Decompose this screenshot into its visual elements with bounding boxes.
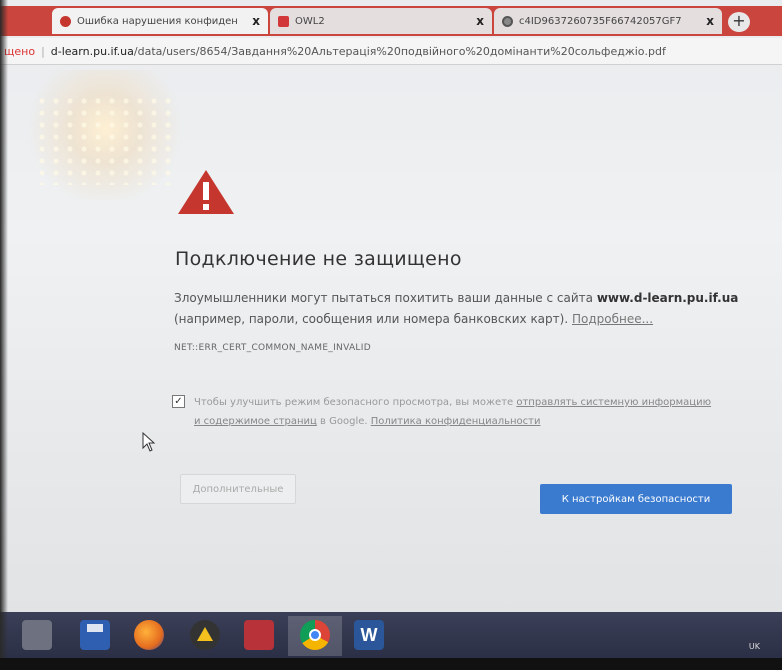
explanation-host: www.d-learn.pu.if.ua bbox=[596, 291, 739, 305]
error-code: NET::ERR_CERT_COMMON_NAME_INVALID bbox=[174, 343, 371, 353]
checkbox-text-pre: Чтобы улучшить режим безопасного просмот… bbox=[194, 397, 514, 408]
url-path: /data/users/8654/Завдання%20Альтерація%2… bbox=[133, 44, 666, 58]
screen-glare bbox=[20, 70, 190, 200]
tab-owl2[interactable]: OWL2 x bbox=[270, 8, 492, 34]
tab-title: c4ID9637260735F66742057GF7 bbox=[519, 15, 682, 27]
url-host: d-learn.pu.if.ua bbox=[50, 44, 134, 58]
advanced-button[interactable]: Дополнительные bbox=[180, 474, 296, 504]
explorer-icon[interactable] bbox=[22, 620, 52, 650]
explanation-post: (например, пароли, сообщения или номера … bbox=[174, 312, 569, 326]
save-icon[interactable] bbox=[80, 620, 110, 650]
close-tab-icon[interactable]: x bbox=[252, 14, 260, 28]
firefox-icon[interactable] bbox=[134, 620, 164, 650]
monitor-bezel-left bbox=[0, 0, 8, 670]
privacy-policy-link[interactable]: Политика конфиденциальности bbox=[371, 416, 541, 427]
url-text: d-learn.pu.if.ua/data/users/8654/Завданн… bbox=[51, 45, 666, 58]
checkbox-text-mid: в Google. bbox=[320, 416, 368, 427]
tab-title: OWL2 bbox=[295, 15, 325, 27]
chrome-icon[interactable] bbox=[300, 620, 330, 650]
safe-browsing-text: Чтобы улучшить режим безопасного просмот… bbox=[194, 393, 712, 431]
tab-strip: Ошибка нарушения конфиден x OWL2 x c4ID9… bbox=[0, 6, 782, 36]
address-bar[interactable]: щено | d-learn.pu.if.ua/data/users/8654/… bbox=[0, 38, 782, 65]
close-tab-icon[interactable]: x bbox=[706, 14, 714, 28]
taskbar: W UK bbox=[0, 612, 782, 660]
explanation-pre: Злоумышленники могут пытаться похитить в… bbox=[174, 291, 593, 305]
word-icon[interactable]: W bbox=[354, 620, 384, 650]
new-tab-button[interactable]: + bbox=[728, 12, 750, 32]
globe-icon bbox=[502, 15, 513, 27]
safe-browsing-optin: ✓ Чтобы улучшить режим безопасного просм… bbox=[172, 393, 712, 431]
screen: Ошибка нарушения конфиден x OWL2 x c4ID9… bbox=[0, 0, 782, 670]
warning-triangle-icon bbox=[178, 170, 234, 214]
tab-privacy-error[interactable]: Ошибка нарушения конфиден x bbox=[52, 8, 268, 34]
mouse-cursor-icon bbox=[142, 432, 156, 452]
tab-title: Ошибка нарушения конфиден bbox=[77, 15, 238, 27]
address-separator: | bbox=[41, 44, 45, 58]
chrome-error-icon bbox=[60, 15, 71, 27]
back-to-safety-button[interactable]: К настройкам безопасности bbox=[540, 484, 732, 514]
page-title: Подключение не защищено bbox=[175, 248, 462, 270]
app-icon[interactable] bbox=[244, 620, 274, 650]
close-tab-icon[interactable]: x bbox=[476, 14, 484, 28]
security-indicator[interactable]: щено bbox=[0, 45, 41, 58]
monitor-bezel-bottom bbox=[0, 658, 782, 670]
language-indicator[interactable]: UK bbox=[749, 642, 760, 651]
screen-glare-reflection bbox=[35, 95, 175, 185]
safe-browsing-checkbox[interactable]: ✓ bbox=[172, 395, 185, 408]
tab-file[interactable]: c4ID9637260735F66742057GF7 x bbox=[494, 8, 722, 34]
drive-icon[interactable] bbox=[190, 620, 220, 650]
explanation-text: Злоумышленники могут пытаться похитить в… bbox=[174, 288, 739, 330]
owl-icon bbox=[278, 15, 289, 27]
details-link[interactable]: Подробнее... bbox=[572, 312, 653, 326]
